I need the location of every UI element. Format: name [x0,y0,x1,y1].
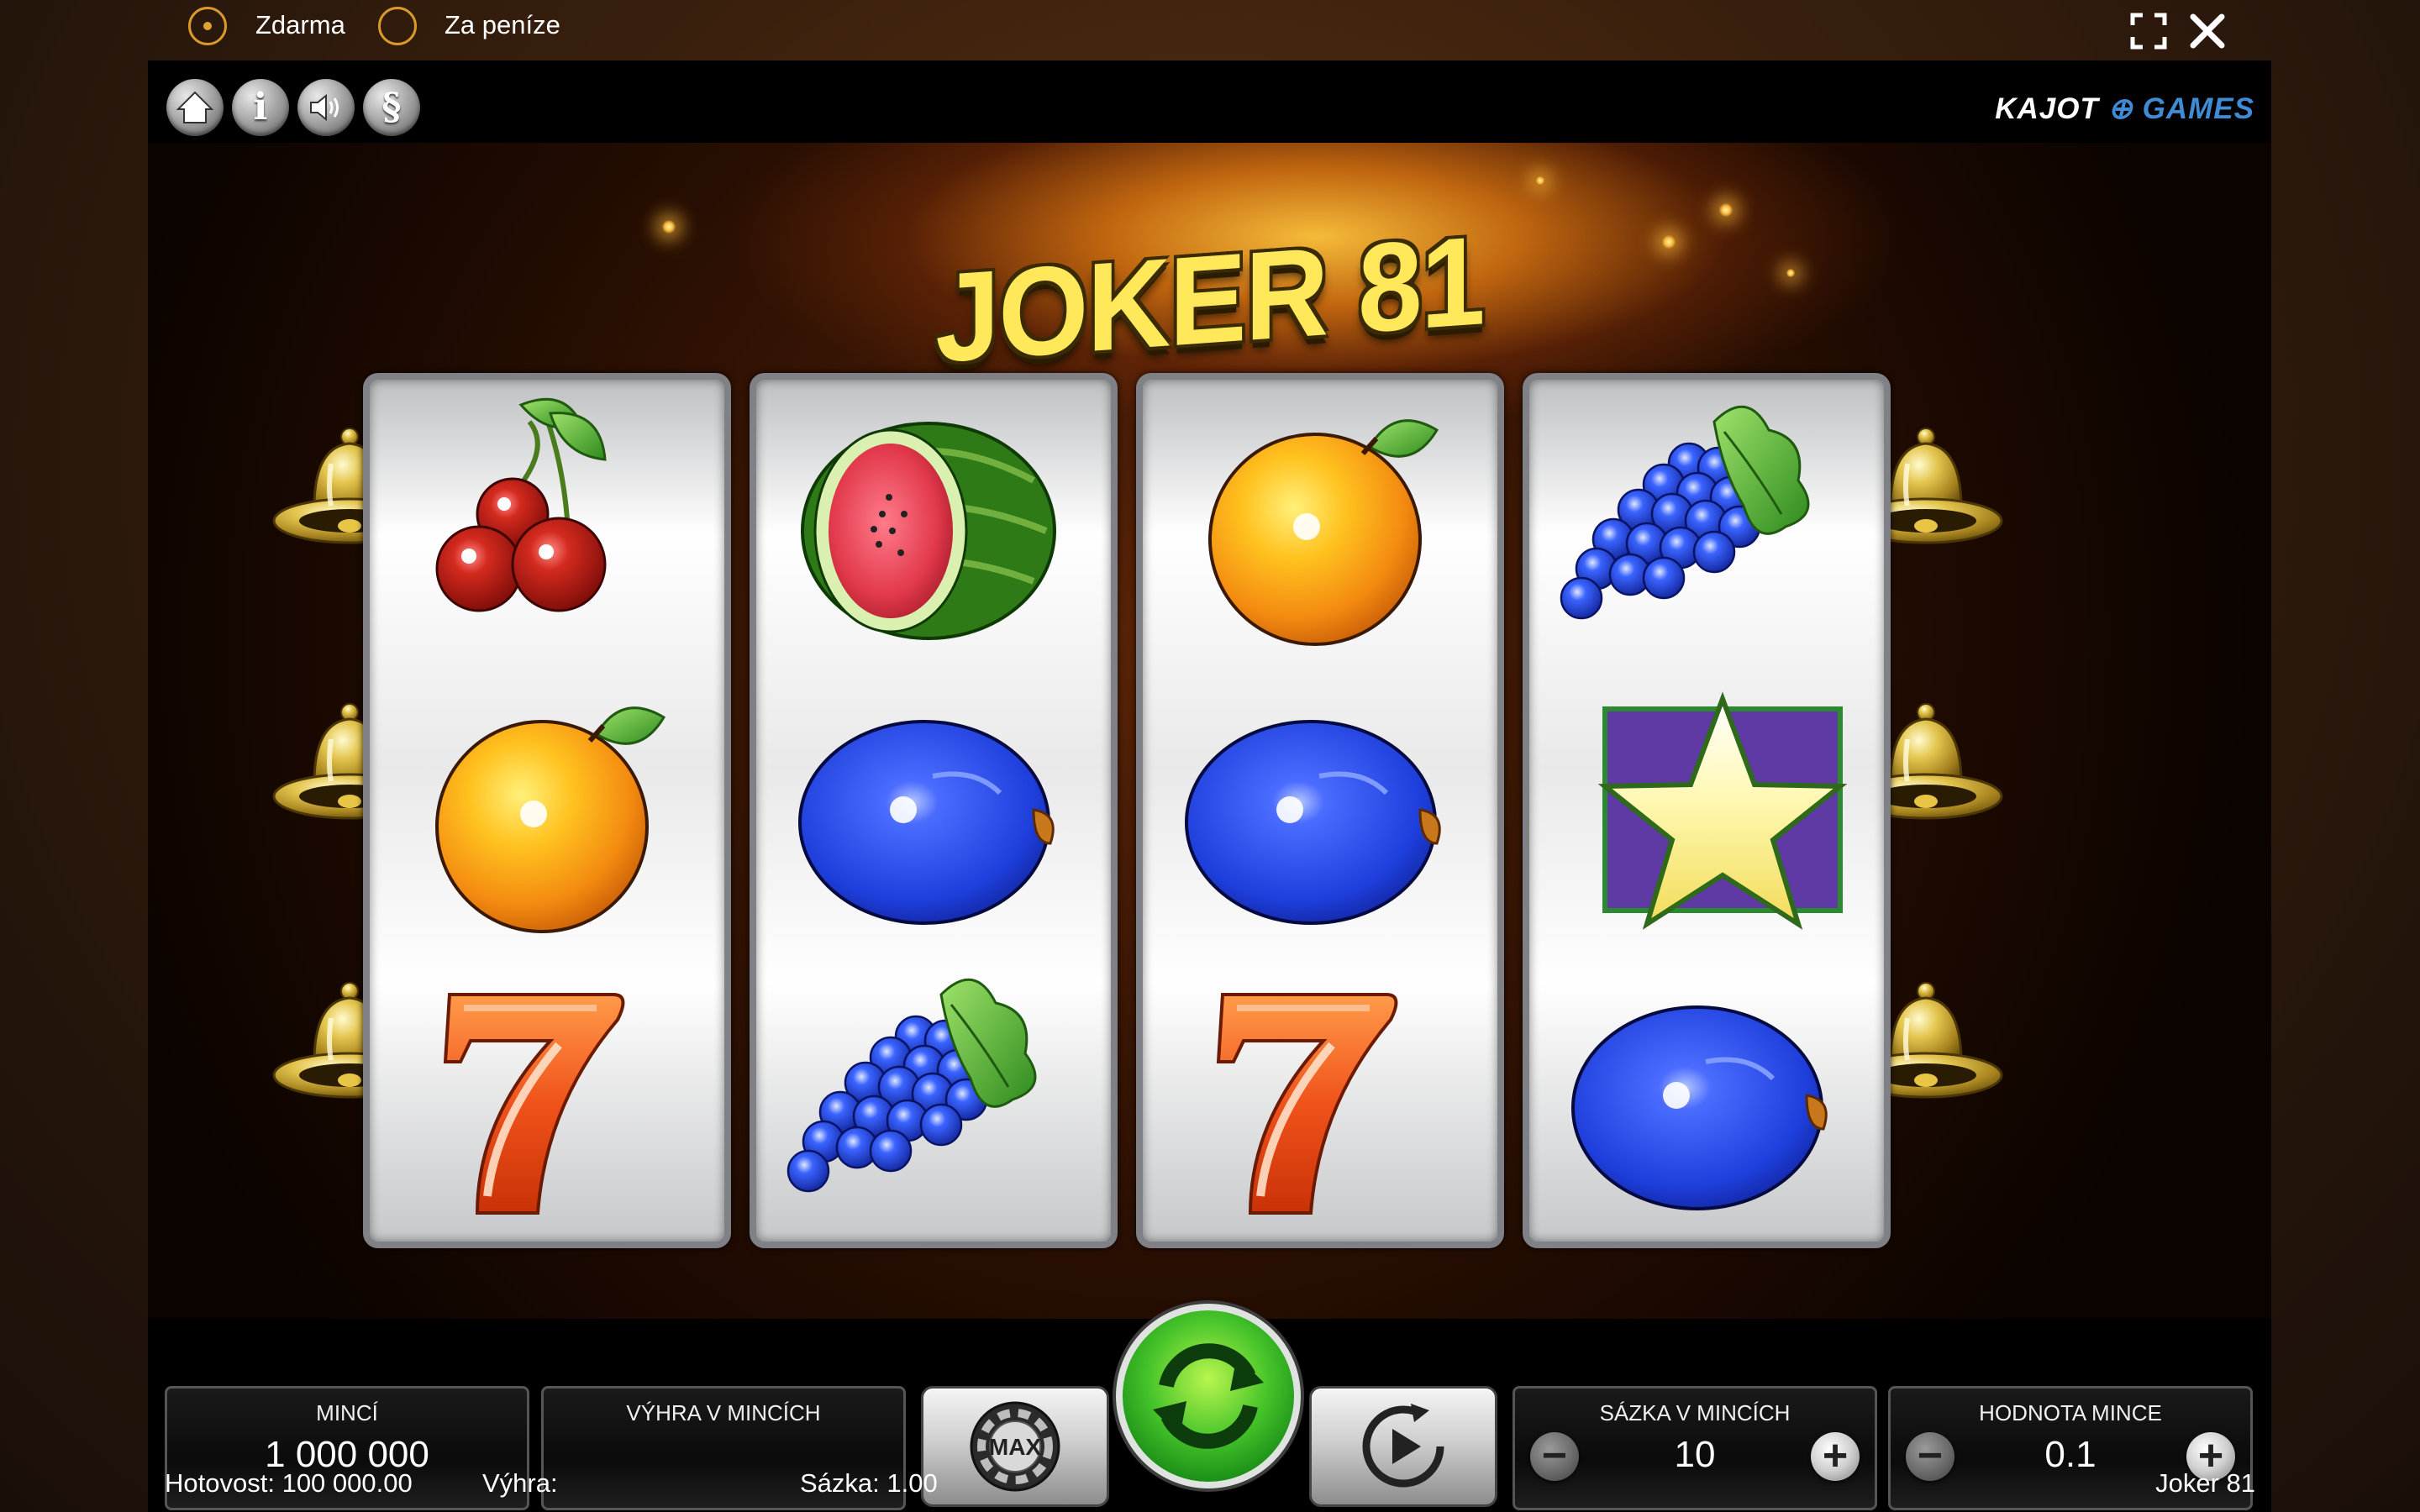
symbol-watermelon [756,388,1111,674]
spin-arrows-icon [1153,1343,1264,1449]
globe-icon: ⊕ [2107,92,2133,125]
max-label: MAX [989,1434,1042,1460]
game-name-status: Joker 81 [2155,1468,2255,1498]
reel-4 [1523,373,1891,1248]
game-header: i § KAJOT ⊕ GAMES [148,60,2271,143]
symbol-cherries [370,388,724,674]
sound-button[interactable] [297,79,355,136]
info-button[interactable]: i [232,79,289,136]
game-frame: i § KAJOT ⊕ GAMES JOKER 81 MINCÍ 1 000 0… [148,60,2271,1512]
brand-part1: KAJOT [1995,92,2099,125]
cash-status: Hotovost: 100 000.00 [165,1468,413,1499]
bet-box: SÁZKA V MINCÍCH 10 − + [1512,1386,1877,1510]
fullscreen-icon[interactable] [2129,12,2168,50]
mode-free-label[interactable]: Zdarma [255,8,345,42]
symbol-grapes [756,961,1111,1247]
coins-label: MINCÍ [316,1400,378,1425]
bet-status: Sázka: 1.00 [800,1468,938,1499]
top-bar: Zdarma Za peníze [0,0,2420,60]
rules-button[interactable]: § [363,79,420,136]
coin-value-decrease-button[interactable]: − [1906,1432,1954,1481]
mode-money-label[interactable]: Za peníze [445,8,560,42]
speaker-icon [310,93,339,122]
win-status-label: Výhra: [482,1468,558,1498]
bet-increase-button[interactable]: + [1811,1432,1860,1481]
home-icon [176,91,214,123]
minus-icon: − [1541,1431,1568,1480]
close-icon[interactable] [2188,12,2227,50]
symbol-seven [1143,961,1497,1247]
minus-icon: − [1917,1431,1944,1480]
win-status: Výhra: [482,1468,558,1499]
symbol-plum [756,675,1111,961]
reel-1 [363,373,731,1248]
cash-label: Hotovost: [165,1468,275,1498]
symbol-plum [1529,961,1884,1247]
radio-dot [203,22,212,30]
mode-money-radio[interactable] [378,7,417,45]
bet-label: SÁZKA V MINCÍCH [1599,1400,1791,1425]
symbol-orange [1143,388,1497,674]
bet-decrease-button[interactable]: − [1530,1432,1579,1481]
kajot-games-logo: KAJOT ⊕ GAMES [1995,92,2254,134]
section-sign-icon: § [381,86,402,129]
home-button[interactable] [166,79,224,136]
reel-2 [750,373,1118,1248]
autoplay-icon [1362,1404,1444,1488]
autoplay-button[interactable] [1309,1386,1497,1507]
max-bet-button[interactable]: MAX [921,1386,1109,1507]
symbol-star [1529,675,1884,961]
spin-button[interactable] [1116,1304,1301,1488]
bet-status-value: 1.00 [886,1468,938,1498]
plus-icon: + [1822,1431,1849,1480]
win-label: VÝHRA V MINCÍCH [626,1400,821,1425]
symbol-seven [370,961,724,1247]
cash-value: 100 000.00 [281,1468,413,1498]
sparkle [1536,176,1544,185]
symbol-grapes [1529,388,1884,674]
symbol-plum [1143,675,1497,961]
info-icon: i [253,86,268,129]
bet-status-label: Sázka: [800,1468,880,1498]
max-chip-icon: MAX [970,1401,1060,1492]
brand-part2: GAMES [2142,92,2254,125]
reel-3 [1136,373,1504,1248]
coin-value-label: HODNOTA MINCE [1979,1400,2162,1425]
sparkle [662,220,676,234]
mode-free-radio[interactable] [188,7,227,45]
symbol-orange [370,675,724,961]
